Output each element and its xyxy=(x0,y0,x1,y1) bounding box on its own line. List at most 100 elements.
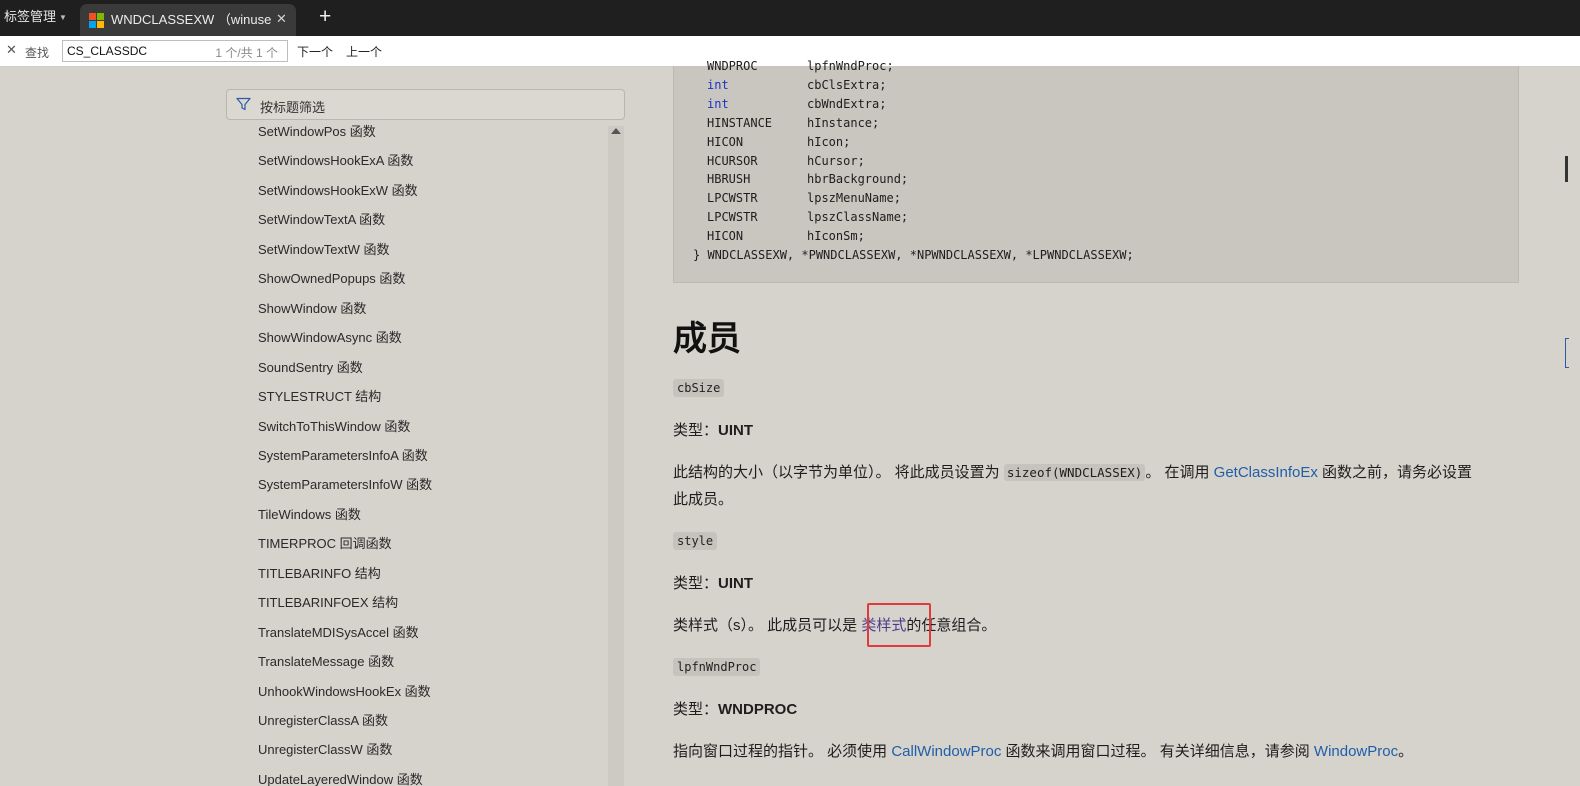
type-prefix: 类型： xyxy=(673,701,719,718)
desc-text: 指向窗口过程的指针。 必须使用 xyxy=(673,743,892,760)
toc-item[interactable]: SetWindowTextA 函数 xyxy=(258,212,385,228)
type-value: WNDPROC xyxy=(718,701,798,718)
new-tab-button[interactable]: + xyxy=(319,3,331,31)
link-windowproc[interactable]: WindowProc xyxy=(1314,743,1398,760)
inline-code: sizeof(WNDCLASSEX) xyxy=(1003,464,1146,481)
code-member: hbrBackground; xyxy=(807,172,909,187)
code-line: WNDPROC lpfnWndProc; xyxy=(693,59,894,73)
filter-placeholder: 按标题筛选 xyxy=(260,100,326,115)
tab-title: WNDCLASSEXW （winuser.h） xyxy=(111,12,271,27)
code-line: int cbWndExtra; xyxy=(693,97,886,111)
toc-item[interactable]: SwitchToThisWindow 函数 xyxy=(258,419,410,435)
find-next-button[interactable]: 下一个 xyxy=(297,43,333,60)
scroll-up-arrow-icon[interactable] xyxy=(611,128,621,134)
desc-text: 函数来调用窗口过程。 有关详细信息，请参阅 xyxy=(1001,743,1314,760)
active-tab[interactable]: WNDCLASSEXW （winuser.h） ✕ xyxy=(80,4,296,36)
type-value: UINT xyxy=(718,422,754,439)
tab-manager-label: 标签管理 xyxy=(4,9,57,24)
toc-item[interactable]: TileWindows 函数 xyxy=(258,507,361,523)
code-closing-line: } WNDCLASSEXW, *PWNDCLASSEXW, *NPWNDCLAS… xyxy=(693,248,1134,262)
member-type-line: 类型：UINT xyxy=(673,574,753,594)
toc-item[interactable]: TITLEBARINFOEX 结构 xyxy=(258,595,398,611)
toc-item[interactable]: SystemParametersInfoA 函数 xyxy=(258,448,428,464)
toc-item[interactable]: UnregisterClassA 函数 xyxy=(258,713,388,729)
toc-item[interactable]: SoundSentry 函数 xyxy=(258,360,363,376)
code-member: hInstance; xyxy=(807,115,880,130)
code-type: HICON xyxy=(707,229,744,244)
close-tab-icon[interactable]: ✕ xyxy=(276,10,287,28)
toc-item[interactable]: SetWindowsHookExA 函数 xyxy=(258,153,413,169)
members-heading: 成员 xyxy=(673,320,741,358)
code-member: lpfnWndProc; xyxy=(807,59,894,73)
link-callwindowproc[interactable]: CallWindowProc xyxy=(891,743,1001,760)
member-name-cbsize: cbSize xyxy=(673,379,725,397)
code-type: HBRUSH xyxy=(707,172,751,187)
code-type: HICON xyxy=(707,134,744,149)
code-line: HINSTANCE hInstance; xyxy=(693,116,879,130)
toc-item[interactable]: UnregisterClassW 函数 xyxy=(258,742,392,758)
type-prefix: 类型： xyxy=(673,422,719,439)
member-description: 此结构的大小（以字节为单位）。 将此成员设置为 sizeof(WNDCLASSE… xyxy=(673,463,1472,483)
member-description-cont: 此成员。 xyxy=(673,491,734,508)
toc-item[interactable]: TIMERPROC 回调函数 xyxy=(258,536,392,552)
find-label: 查找 xyxy=(25,46,50,60)
desc-text: 函数之前，请务必设置 xyxy=(1317,464,1473,481)
member-description: 指向窗口过程的指针。 必须使用 CallWindowProc 函数来调用窗口过程… xyxy=(673,742,1413,762)
find-input[interactable]: CS_CLASSDC 1 个/共 1 个 xyxy=(62,40,288,62)
toc-item[interactable]: ShowWindow 函数 xyxy=(258,301,366,317)
code-member: cbClsExtra; xyxy=(807,77,887,92)
type-value: UINT xyxy=(718,575,754,592)
code-type: WNDPROC xyxy=(707,59,758,73)
code-type: HINSTANCE xyxy=(707,115,773,130)
code-line: int cbClsExtra; xyxy=(693,78,886,92)
code-block: WNDPROC lpfnWndProc; int cbClsExtra; int cbWn… xyxy=(673,59,1519,283)
right-edge-marker xyxy=(1565,338,1569,368)
member-type-line: 类型：WNDPROC xyxy=(673,700,797,720)
toc-item[interactable]: ShowWindowAsync 函数 xyxy=(258,330,402,346)
code-member: hCursor; xyxy=(807,153,865,168)
browser-tab-bar: 标签管理▼ WNDCLASSEXW （winuser.h） ✕ + xyxy=(0,0,1580,36)
code-line: HICON hIcon; xyxy=(693,135,850,149)
code-type: int xyxy=(707,77,729,92)
right-edge-marker xyxy=(1565,156,1568,182)
microsoft-logo-icon xyxy=(89,13,104,28)
toc-item[interactable]: UnhookWindowsHookEx 函数 xyxy=(258,684,431,700)
code-type: HCURSOR xyxy=(707,153,758,168)
desc-text: 此结构的大小（以字节为单位）。 将此成员设置为 xyxy=(673,464,1004,481)
toc-list: SetWindowPos 函数 SetWindowsHookExA 函数 SetWi… xyxy=(226,122,608,786)
code-line: HBRUSH hbrBackground; xyxy=(693,172,908,186)
toc-item[interactable]: ShowOwnedPopups 函数 xyxy=(258,271,405,287)
code-type: LPCWSTR xyxy=(707,210,758,225)
tab-manager-button[interactable]: 标签管理 ▼ xyxy=(4,0,67,36)
code-member: lpszMenuName; xyxy=(807,191,901,206)
code-line: LPCWSTR lpszClassName; xyxy=(693,210,908,224)
toc-item[interactable]: SetWindowsHookExW 函数 xyxy=(258,183,418,199)
code-type: int xyxy=(707,96,729,111)
desc-text: 。 在调用 xyxy=(1145,464,1214,481)
find-prev-button[interactable]: 上一个 xyxy=(346,43,382,60)
code-line: HCURSOR hCursor; xyxy=(693,154,865,168)
desc-text: 类样式（s）。 此成员可以是 xyxy=(673,617,862,634)
member-description: 类样式（s）。 此成员可以是 类样式的任意组合。 xyxy=(673,616,996,636)
toc-item[interactable]: SetWindowPos 函数 xyxy=(258,124,376,140)
toc-item[interactable]: TranslateMessage 函数 xyxy=(258,654,394,670)
toc-item[interactable]: STYLESTRUCT 结构 xyxy=(258,389,381,405)
find-close-icon[interactable]: ✕ xyxy=(6,42,17,58)
toc-item[interactable]: SetWindowTextW 函数 xyxy=(258,242,389,258)
toc-filter-input[interactable]: 按标题筛选 xyxy=(226,89,625,120)
toc-item[interactable]: SystemParametersInfoW 函数 xyxy=(258,477,432,493)
toc-scrollbar[interactable] xyxy=(608,126,624,786)
code-member: cbWndExtra; xyxy=(807,96,887,111)
code-member: lpszClassName; xyxy=(807,210,909,225)
find-match-count: 1 个/共 1 个 xyxy=(215,46,278,60)
type-prefix: 类型： xyxy=(673,575,719,592)
member-type-line: 类型：UINT xyxy=(673,421,753,441)
caret-down-icon: ▼ xyxy=(59,12,67,22)
toc-item[interactable]: TranslateMDISysAccel 函数 xyxy=(258,625,419,641)
code-member: hIconSm; xyxy=(807,229,865,244)
highlight-box xyxy=(867,603,931,647)
link-getclassinfoex[interactable]: GetClassInfoEx xyxy=(1214,464,1318,481)
filter-icon xyxy=(236,97,251,111)
toc-item[interactable]: TITLEBARINFO 结构 xyxy=(258,566,381,582)
toc-item[interactable]: UpdateLayeredWindow 函数 xyxy=(258,772,423,786)
